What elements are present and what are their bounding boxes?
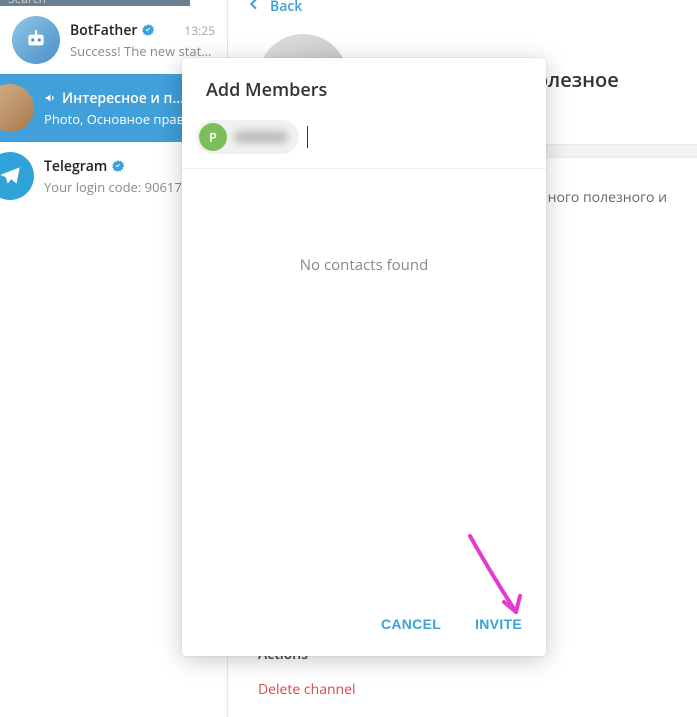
modal-title: Add Members [182,58,546,112]
cancel-button[interactable]: CANCEL [377,610,445,638]
invite-button[interactable]: INVITE [471,610,526,638]
megaphone-icon [44,91,58,105]
verified-icon [111,159,125,173]
empty-contacts-text: No contacts found [300,255,429,275]
member-input-row[interactable]: P [182,112,546,169]
member-chip[interactable]: P [196,120,299,154]
chip-avatar: P [199,123,227,151]
description-text: ного полезного и [548,188,667,207]
chat-title: Telegram [44,157,107,176]
text-cursor [307,126,308,148]
delete-channel-link[interactable]: Delete channel [258,674,667,705]
avatar [12,16,60,64]
avatar [0,152,34,200]
chat-title: Интересное и п… [62,89,184,108]
chat-subtitle: Success! The new status [70,42,215,60]
back-button[interactable]: Back [228,0,697,14]
chat-time: 13:25 [184,22,215,39]
verified-icon [141,23,155,37]
chat-title: BotFather [70,21,137,40]
add-members-modal: Add Members P No contacts found CANCEL I… [182,58,546,656]
back-label: Back [270,0,302,14]
chip-name-blurred [235,131,287,143]
avatar [0,84,34,132]
chevron-left-icon [246,0,262,14]
